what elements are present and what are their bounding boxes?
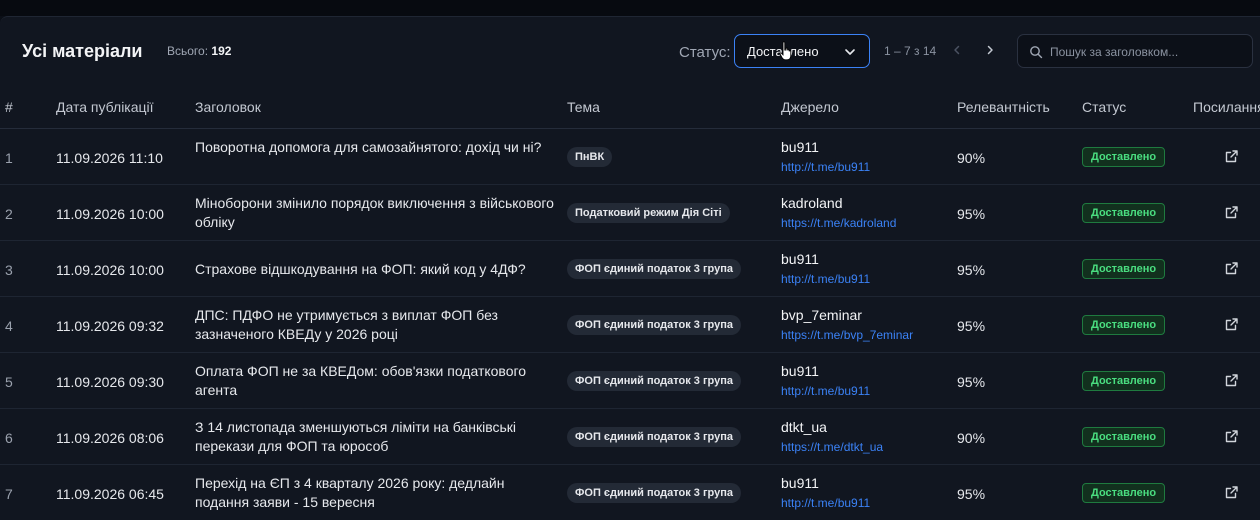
table-row[interactable]: 3 11.09.2026 10:00 Страхове відшкодуванн… [0, 241, 1260, 297]
row-number: 4 [5, 318, 13, 334]
search-box [1017, 34, 1253, 68]
row-date: 11.09.2026 09:32 [56, 318, 164, 334]
topic-tag: ФОП єдиний податок 3 група [567, 483, 742, 503]
table-header: # Дата публікації Заголовок Тема Джерело… [0, 83, 1260, 129]
row-source: bu911 [781, 363, 819, 379]
row-relevance: 90% [957, 150, 986, 166]
row-date: 11.09.2026 08:06 [56, 430, 164, 446]
external-link-icon[interactable] [1224, 429, 1239, 444]
hand-cursor-icon [779, 41, 792, 61]
status-filter-label: Статус: [679, 44, 731, 61]
table-row[interactable]: 1 11.09.2026 11:10 Поворотна допомога дл… [0, 129, 1260, 185]
source-link[interactable]: https://t.me/bvp_7eminar [781, 328, 913, 342]
col-relevance[interactable]: Релевантність [957, 99, 1050, 115]
row-title[interactable]: Страхове відшкодування на ФОП: який код … [195, 260, 555, 279]
source-link[interactable]: https://t.me/kadroland [781, 216, 896, 230]
row-title[interactable]: Поворотна допомога для самозайнятого: до… [195, 138, 555, 157]
row-date: 11.09.2026 09:30 [56, 374, 164, 390]
external-link-icon[interactable] [1224, 261, 1239, 276]
external-link-icon[interactable] [1224, 205, 1239, 220]
external-link-icon[interactable] [1224, 149, 1239, 164]
external-link-icon[interactable] [1224, 317, 1239, 332]
pagination-info: 1 – 7 з 14 [884, 44, 937, 58]
row-date: 11.09.2026 11:10 [56, 150, 163, 166]
table-row[interactable]: 6 11.09.2026 08:06 З 14 листопада зменшу… [0, 409, 1260, 465]
col-status[interactable]: Статус [1082, 99, 1126, 115]
source-link[interactable]: http://t.me/bu911 [781, 496, 870, 510]
total-count: Всього: 192 [167, 44, 231, 58]
col-link: Посилання [1193, 99, 1260, 115]
col-date[interactable]: Дата публікації [56, 99, 154, 115]
status-filter-select[interactable]: Доставлено [734, 34, 870, 68]
row-date: 11.09.2026 06:45 [56, 486, 164, 502]
col-source[interactable]: Джерело [781, 99, 839, 115]
row-date: 11.09.2026 10:00 [56, 206, 164, 222]
row-relevance: 95% [957, 206, 986, 222]
status-badge: Доставлено [1082, 483, 1166, 503]
materials-panel: Усі матеріали Всього: 192 Статус: Достав… [0, 16, 1260, 520]
row-number: 5 [5, 374, 13, 390]
panel-header: Усі матеріали Всього: 192 Статус: Достав… [0, 17, 1260, 83]
row-number: 3 [5, 262, 13, 278]
col-title[interactable]: Заголовок [195, 99, 261, 115]
total-value: 192 [211, 44, 232, 58]
table-row[interactable]: 2 11.09.2026 10:00 Міноборони змінило по… [0, 185, 1260, 241]
table-row[interactable]: 7 11.09.2026 06:45 Перехід на ЄП з 4 ква… [0, 465, 1260, 520]
topic-tag: ФОП єдиний податок 3 група [567, 371, 742, 391]
external-link-icon[interactable] [1224, 485, 1239, 500]
row-title[interactable]: Міноборони змінило порядок виключення з … [195, 194, 555, 232]
search-icon [1030, 46, 1043, 59]
status-badge: Доставлено [1082, 371, 1166, 391]
row-number: 1 [5, 150, 13, 166]
row-number: 2 [5, 206, 13, 222]
chevron-right-icon[interactable] [983, 43, 997, 57]
status-badge: Доставлено [1082, 259, 1166, 279]
topic-tag: ФОП єдиний податок 3 група [567, 315, 742, 335]
source-link[interactable]: http://t.me/bu911 [781, 272, 870, 286]
topic-tag: Податковий режим Дія Сіті [567, 203, 730, 223]
total-label: Всього: [167, 44, 209, 58]
row-relevance: 95% [957, 262, 986, 278]
chevron-left-icon[interactable] [950, 43, 964, 57]
row-relevance: 95% [957, 486, 986, 502]
row-date: 11.09.2026 10:00 [56, 262, 164, 278]
row-relevance: 90% [957, 430, 986, 446]
row-source: bu911 [781, 251, 819, 267]
topic-tag: ПнВК [567, 147, 613, 167]
row-source: bvp_7eminar [781, 307, 862, 323]
col-topic[interactable]: Тема [567, 99, 600, 115]
status-badge: Доставлено [1082, 203, 1166, 223]
row-title[interactable]: З 14 листопада зменшуються ліміти на бан… [195, 418, 555, 456]
row-title[interactable]: Перехід на ЄП з 4 кварталу 2026 року: де… [195, 474, 555, 512]
status-badge: Доставлено [1082, 427, 1166, 447]
row-title[interactable]: Оплата ФОП не за КВЕДом: обов'язки подат… [195, 362, 555, 400]
status-badge: Доставлено [1082, 315, 1166, 335]
source-link[interactable]: http://t.me/bu911 [781, 160, 870, 174]
page-title: Усі матеріали [22, 41, 143, 61]
row-number: 6 [5, 430, 13, 446]
row-relevance: 95% [957, 374, 986, 390]
row-source: kadroland [781, 195, 843, 211]
source-link[interactable]: https://t.me/dtkt_ua [781, 440, 883, 454]
row-relevance: 95% [957, 318, 986, 334]
external-link-icon[interactable] [1224, 373, 1239, 388]
chevron-down-icon [845, 49, 855, 55]
topic-tag: ФОП єдиний податок 3 група [567, 259, 742, 279]
table-row[interactable]: 4 11.09.2026 09:32 ДПС: ПДФО не утримуєт… [0, 297, 1260, 353]
source-link[interactable]: http://t.me/bu911 [781, 384, 870, 398]
row-title[interactable]: ДПС: ПДФО не утримується з виплат ФОП бе… [195, 306, 555, 344]
row-source: dtkt_ua [781, 419, 827, 435]
row-source: bu911 [781, 475, 819, 491]
top-strip [0, 0, 1260, 16]
search-input[interactable] [1050, 41, 1246, 63]
row-source: bu911 [781, 139, 819, 155]
topic-tag: ФОП єдиний податок 3 група [567, 427, 742, 447]
col-number: # [5, 99, 13, 115]
status-badge: Доставлено [1082, 147, 1166, 167]
row-number: 7 [5, 486, 13, 502]
table-row[interactable]: 5 11.09.2026 09:30 Оплата ФОП не за КВЕД… [0, 353, 1260, 409]
